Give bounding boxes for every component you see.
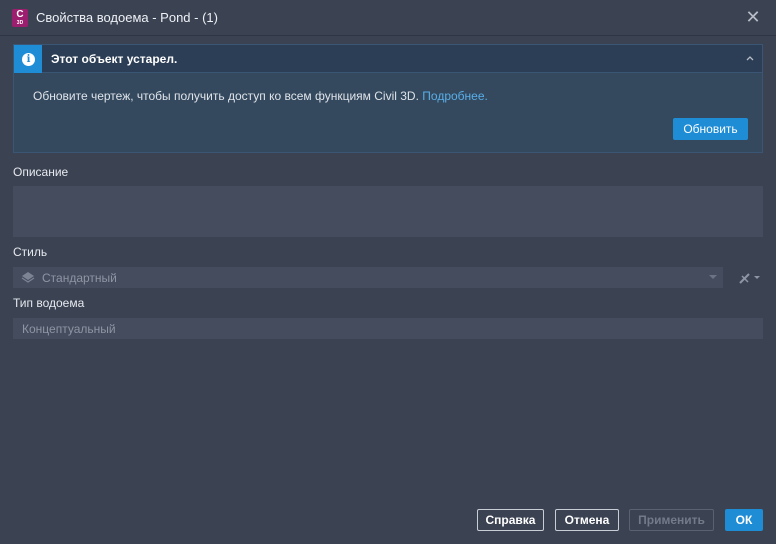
title-bar: C 3D Свойства водоема - Pond - (1) ✕ xyxy=(0,0,776,36)
chevron-up-icon[interactable] xyxy=(744,52,756,64)
style-value: Стандартный xyxy=(42,271,117,285)
info-icon: i xyxy=(22,53,35,66)
style-icon xyxy=(21,272,35,283)
info-icon-box: i xyxy=(14,45,42,73)
ok-button[interactable]: ОК xyxy=(725,509,763,531)
window-title: Свойства водоема - Pond - (1) xyxy=(36,10,218,25)
chevron-down-icon xyxy=(709,275,717,279)
edit-style-icon[interactable] xyxy=(736,269,764,287)
pond-type-field[interactable]: Концептуальный xyxy=(13,318,763,339)
pond-type-label: Тип водоема xyxy=(13,296,85,310)
outdated-object-banner: i Этот объект устарел. Обновите чертеж, … xyxy=(13,44,763,153)
banner-message-text: Обновите чертеж, чтобы получить доступ к… xyxy=(33,89,419,103)
description-field[interactable] xyxy=(13,186,763,237)
app-icon-sub: 3D xyxy=(16,20,24,26)
apply-button[interactable]: Применить xyxy=(629,509,714,531)
cancel-button[interactable]: Отмена xyxy=(555,509,619,531)
description-label: Описание xyxy=(13,165,69,179)
banner-message: Обновите чертеж, чтобы получить доступ к… xyxy=(33,89,488,103)
banner-header[interactable]: i Этот объект устарел. xyxy=(14,45,762,73)
banner-title: Этот объект устарел. xyxy=(51,52,178,66)
help-button[interactable]: Справка xyxy=(477,509,544,531)
app-icon-letter: C xyxy=(16,9,24,20)
update-button[interactable]: Обновить xyxy=(673,118,748,140)
pond-type-value: Концептуальный xyxy=(22,322,116,336)
style-label: Стиль xyxy=(13,245,48,259)
learn-more-link[interactable]: Подробнее. xyxy=(422,89,488,103)
style-dropdown[interactable]: Стандартный xyxy=(13,267,723,288)
close-icon[interactable]: ✕ xyxy=(744,8,762,26)
civil3d-app-icon: C 3D xyxy=(12,9,28,27)
